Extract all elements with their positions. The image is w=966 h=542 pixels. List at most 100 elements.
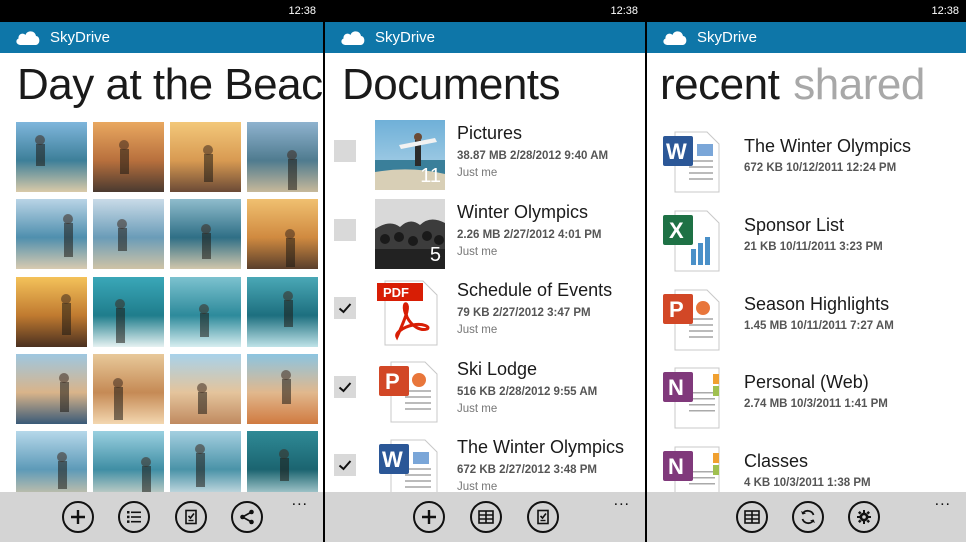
app-header: SkyDrive (647, 22, 966, 53)
photo-thumbnail[interactable] (247, 354, 318, 424)
photo-thumbnail[interactable] (16, 122, 87, 192)
select-checklist-icon (185, 509, 197, 525)
item-meta: 672 KB 2/27/2012 3:48 PM (457, 464, 598, 476)
svg-text:W: W (382, 447, 403, 472)
list-item[interactable]: P Season Highlights 1.45 MB 10/11/2011 7… (647, 286, 966, 364)
photo-thumbnail[interactable] (170, 122, 241, 192)
photo-thumbnail[interactable] (16, 199, 87, 269)
item-checkbox[interactable] (334, 297, 356, 319)
item-meta: 2.74 MB 10/3/2011 1:41 PM (744, 398, 888, 410)
item-name: The Winter Olympics (457, 437, 625, 457)
item-name: Winter Olympics (457, 202, 589, 222)
app-name: SkyDrive (50, 29, 111, 46)
svg-text:P: P (669, 297, 684, 322)
photo-thumbnail[interactable] (93, 354, 164, 424)
photo-thumbnail[interactable] (170, 199, 241, 269)
photo-thumbnail[interactable] (170, 354, 241, 424)
item-meta: 2.26 MB 2/27/2012 4:01 PM (457, 229, 602, 241)
list-item[interactable]: PDF Schedule of Events 79 KB 2/27/2012 3… (325, 275, 645, 349)
photo-thumbnail[interactable] (93, 277, 164, 347)
select-button[interactable] (175, 501, 207, 533)
pivot-header: recent shared (660, 60, 925, 110)
list-item[interactable]: P Ski Lodge 516 KB 2/28/2012 9:55 AM Jus… (325, 354, 645, 428)
check-icon (338, 460, 352, 471)
item-meta: 516 KB 2/28/2012 9:55 AM (457, 386, 598, 398)
list-item[interactable]: X Sponsor List 21 KB 10/11/2011 3:23 PM (647, 207, 966, 285)
item-checkbox[interactable] (334, 219, 356, 241)
photo-thumbnail[interactable] (170, 431, 241, 501)
app-bar: ... (0, 492, 323, 542)
plus-icon (71, 510, 85, 524)
item-name: Classes (744, 451, 809, 471)
item-name: Pictures (457, 123, 523, 143)
photo-thumbnail[interactable] (93, 122, 164, 192)
photo-thumbnail[interactable] (16, 277, 87, 347)
item-meta: 21 KB 10/11/2011 3:23 PM (744, 241, 883, 253)
pivot-item-shared[interactable]: shared (793, 60, 925, 109)
item-meta: 1.45 MB 10/11/2011 7:27 AM (744, 320, 894, 332)
pdf-icon: PDF (375, 277, 445, 347)
add-button[interactable] (413, 501, 445, 533)
status-bar: 12:38 (325, 0, 645, 22)
item-checkbox[interactable] (334, 140, 356, 162)
more-ellipsis[interactable]: ... (614, 493, 630, 509)
item-meta: 38.87 MB 2/28/2012 9:40 AM (457, 150, 609, 162)
share-button[interactable] (231, 501, 263, 533)
list-item[interactable]: 11 Pictures 38.87 MB 2/28/2012 9:40 AM J… (325, 118, 645, 192)
photo-count: 11 (420, 165, 441, 187)
status-bar: 12:38 (647, 0, 966, 22)
item-meta: 79 KB 2/27/2012 3:47 PM (457, 307, 591, 319)
svg-text:P: P (385, 369, 400, 394)
page-title: Day at the Beach (17, 60, 323, 109)
add-button[interactable] (62, 501, 94, 533)
list-view-button[interactable] (118, 501, 150, 533)
svg-text:N: N (668, 454, 684, 479)
svg-text:N: N (668, 375, 684, 400)
item-checkbox[interactable] (334, 376, 356, 398)
photo-thumbnail[interactable] (16, 354, 87, 424)
documents-panel: 12:38 SkyDrive Documents 11 Pictures 38.… (325, 0, 645, 542)
word-icon: W (661, 128, 723, 194)
status-time: 12:38 (288, 5, 316, 17)
photo-thumbnail[interactable] (93, 199, 164, 269)
select-checklist-icon (537, 509, 549, 525)
list-item[interactable]: 5 Winter Olympics 2.26 MB 2/27/2012 4:01… (325, 197, 645, 271)
skydrive-cloud-icon (16, 31, 40, 45)
svg-text:W: W (666, 139, 687, 164)
sync-button[interactable] (792, 501, 824, 533)
onenote-icon: N (661, 364, 723, 430)
photo-thumbnail[interactable] (16, 431, 87, 501)
folder-thumbnail: 5 (375, 199, 445, 269)
photo-thumbnail[interactable] (247, 199, 318, 269)
check-icon (338, 303, 352, 314)
photo-thumbnail[interactable] (93, 431, 164, 501)
photo-thumbnail[interactable] (170, 277, 241, 347)
album-panel: 12:38 SkyDrive Day at the Beach ... (0, 0, 323, 542)
list-item[interactable]: N Personal (Web) 2.74 MB 10/3/2011 1:41 … (647, 364, 966, 442)
grid-view-button[interactable] (470, 501, 502, 533)
item-checkbox[interactable] (334, 454, 356, 476)
check-icon (338, 382, 352, 393)
list-item[interactable]: W The Winter Olympics 672 KB 10/12/2011 … (647, 128, 966, 206)
select-button[interactable] (527, 501, 559, 533)
app-name: SkyDrive (375, 29, 436, 46)
status-bar: 12:38 (0, 0, 323, 22)
svg-text:X: X (669, 218, 684, 243)
more-ellipsis[interactable]: ... (935, 493, 951, 509)
grid-icon (744, 510, 760, 524)
powerpoint-icon: P (375, 356, 445, 426)
app-name: SkyDrive (697, 29, 758, 46)
photo-thumbnail[interactable] (247, 122, 318, 192)
settings-button[interactable] (848, 501, 880, 533)
photo-thumbnail[interactable] (247, 431, 318, 501)
grid-view-button[interactable] (736, 501, 768, 533)
skydrive-cloud-icon (341, 31, 365, 45)
status-time: 12:38 (931, 5, 959, 17)
more-ellipsis[interactable]: ... (292, 493, 308, 509)
pivot-item-recent[interactable]: recent (660, 60, 780, 109)
photo-thumbnail[interactable] (247, 277, 318, 347)
skydrive-cloud-icon (663, 31, 687, 45)
recent-panel: 12:38 SkyDrive recent shared W The Winter… (647, 0, 966, 542)
item-name: The Winter Olympics (744, 136, 912, 156)
list-icon (127, 511, 141, 523)
